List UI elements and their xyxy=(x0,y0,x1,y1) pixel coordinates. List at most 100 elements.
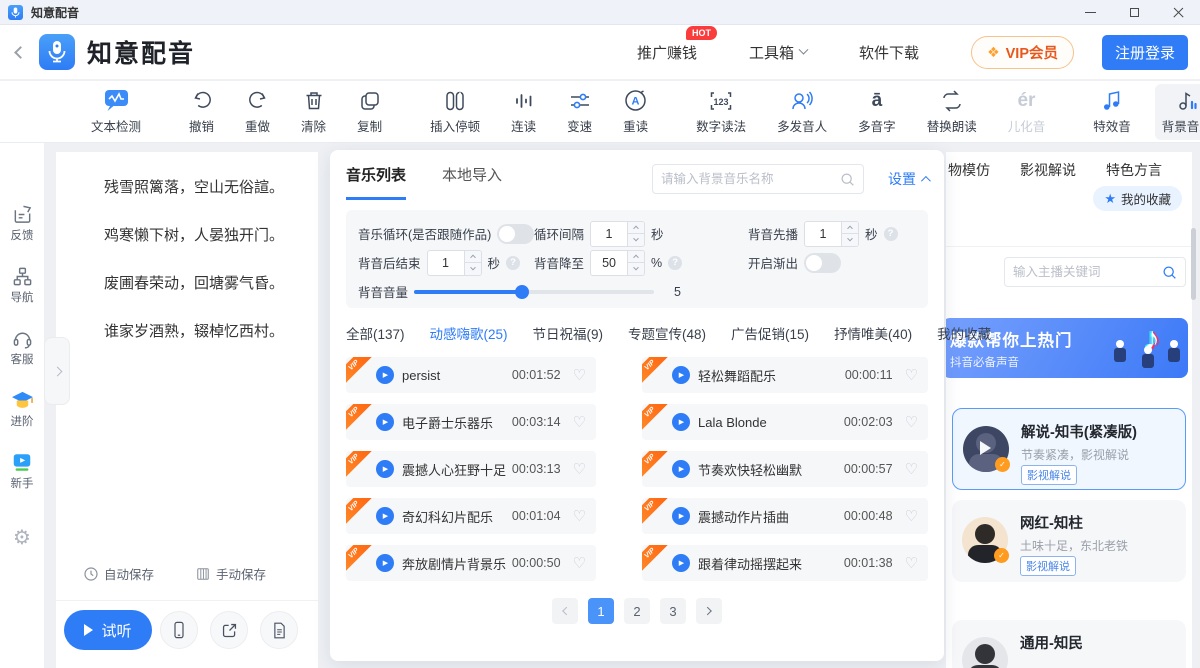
toolbar-item-copy[interactable]: 复制 xyxy=(350,84,389,140)
page-prev-button[interactable] xyxy=(552,598,578,624)
vip-member-button[interactable]: ❖ VIP会员 xyxy=(971,36,1074,69)
track-item[interactable]: VIP轻松舞蹈配乐00:00:11 xyxy=(642,357,928,393)
voice-card[interactable]: 通用-知民 xyxy=(952,620,1186,668)
heart-icon[interactable] xyxy=(905,366,918,384)
editor-text-line[interactable]: 残雪照篱落，空山无俗諠。 xyxy=(104,164,304,212)
volume-slider[interactable] xyxy=(414,290,654,294)
document-button[interactable] xyxy=(260,611,298,649)
heart-icon[interactable] xyxy=(573,413,586,431)
category-tab[interactable]: 专题宣传(48) xyxy=(628,323,706,343)
play-icon[interactable] xyxy=(376,366,394,384)
toolbar-item-bgm-note[interactable]: 背景音乐 xyxy=(1155,84,1200,140)
toolbar-item-undo[interactable]: 撤销 xyxy=(182,84,221,140)
toolbar-item-text-check[interactable]: 文本检测 xyxy=(84,84,148,140)
play-icon[interactable] xyxy=(672,460,690,478)
heart-icon[interactable] xyxy=(905,554,918,572)
track-item[interactable]: VIP奔放剧情片背景乐00:00:50 xyxy=(346,545,596,581)
category-tab[interactable]: 广告促销(15) xyxy=(731,323,809,343)
slider-knob[interactable] xyxy=(515,285,529,299)
heart-icon[interactable] xyxy=(573,460,586,478)
track-item[interactable]: VIP奇幻科幻片配乐00:01:04 xyxy=(346,498,596,534)
mobile-button[interactable] xyxy=(160,611,198,649)
category-tab[interactable]: 抒情唯美(40) xyxy=(834,323,912,343)
collapse-handle[interactable] xyxy=(44,337,70,405)
fade-out-toggle[interactable] xyxy=(804,253,841,273)
toolbar-item-polyphone[interactable]: ā多音字 xyxy=(851,84,903,140)
toolbar-item-pause-insert[interactable]: 插入停顿 xyxy=(423,84,487,140)
toolbar-item-numbers[interactable]: 123数字读法 xyxy=(689,84,753,140)
sidebar-item-support[interactable]: 客服 xyxy=(0,327,44,367)
stepper-up[interactable] xyxy=(628,222,644,235)
music-search-box[interactable] xyxy=(652,164,864,194)
play-icon[interactable] xyxy=(672,413,690,431)
nav-item-0[interactable]: 推广赚钱HOT xyxy=(637,42,697,63)
toolbar-item-multi-voice[interactable]: 多发音人 xyxy=(770,84,834,140)
manual-save-option[interactable]: 手动保存 xyxy=(196,564,266,583)
play-icon[interactable] xyxy=(672,507,690,525)
heart-icon[interactable] xyxy=(573,554,586,572)
track-item[interactable]: VIP震撼人心狂野十足00:03:13 xyxy=(346,451,596,487)
play-icon[interactable] xyxy=(376,460,394,478)
heart-icon[interactable] xyxy=(905,507,918,525)
heart-icon[interactable] xyxy=(573,366,586,384)
sidebar-item-feedback[interactable]: 反馈 xyxy=(0,203,44,243)
stepper-down[interactable] xyxy=(628,263,644,275)
gear-icon[interactable]: ⚙ xyxy=(0,525,44,550)
voice-card[interactable]: 解说-知韦(紧凑版)节奏紧凑，影视解说影视解说 xyxy=(952,408,1186,490)
toolbar-item-speed[interactable]: 变速 xyxy=(560,84,599,140)
track-item[interactable]: VIPLala Blonde00:02:03 xyxy=(642,404,928,440)
logo-icon[interactable] xyxy=(39,34,75,70)
close-icon[interactable] xyxy=(1156,0,1200,25)
toolbar-item-stress[interactable]: A重读 xyxy=(616,84,655,140)
voice-search-input[interactable] xyxy=(1013,265,1162,279)
track-item[interactable]: VIP节奏欢快轻松幽默00:00:57 xyxy=(642,451,928,487)
page-button-3[interactable]: 3 xyxy=(660,598,686,624)
category-tab[interactable]: 动感嗨歌(25) xyxy=(430,323,508,343)
toolbar-item-trash[interactable]: 清除 xyxy=(294,84,333,140)
sidebar-item-navigation[interactable]: 导航 xyxy=(0,265,44,305)
tab-local-import[interactable]: 本地导入 xyxy=(442,164,502,200)
scrollbar[interactable] xyxy=(1191,228,1196,300)
export-button[interactable] xyxy=(210,611,248,649)
help-icon[interactable] xyxy=(506,256,520,270)
nav-item-1[interactable]: 工具箱 xyxy=(749,42,807,63)
settings-toggle[interactable]: 设置 xyxy=(888,169,928,189)
voice-tab-1[interactable]: 影视解说 xyxy=(1020,160,1076,180)
heart-icon[interactable] xyxy=(573,507,586,525)
toolbar-item-liaison[interactable]: 连读 xyxy=(504,84,543,140)
interval-stepper[interactable]: 1 xyxy=(590,221,645,247)
play-icon[interactable] xyxy=(376,507,394,525)
page-button-1[interactable]: 1 xyxy=(588,598,614,624)
track-item[interactable]: VIP跟着律动摇摆起来00:01:38 xyxy=(642,545,928,581)
editor-text-line[interactable]: 鸡寒懒下树，人晏独开门。 xyxy=(104,212,304,260)
track-item[interactable]: VIPpersist00:01:52 xyxy=(346,357,596,393)
register-login-button[interactable]: 注册登录 xyxy=(1102,35,1188,70)
help-icon[interactable] xyxy=(884,227,898,241)
stepper-up[interactable] xyxy=(465,251,481,264)
category-tab[interactable]: 全部(137) xyxy=(346,323,405,343)
editor-text-line[interactable]: 谁家岁酒熟，辍棹忆西村。 xyxy=(104,308,304,356)
toolbar-item-swap[interactable]: 替换朗读 xyxy=(920,84,984,140)
stepper-down[interactable] xyxy=(628,234,644,246)
nav-item-2[interactable]: 软件下载 xyxy=(859,42,919,63)
help-icon[interactable] xyxy=(668,256,682,270)
text-editor[interactable]: 残雪照篱落，空山无俗諠。鸡寒懒下树，人晏独开门。废圃春荣动，回塘雾气昏。谁家岁酒… xyxy=(56,152,318,668)
back-icon[interactable] xyxy=(14,46,27,59)
heart-icon[interactable] xyxy=(905,413,918,431)
toolbar-item-redo[interactable]: 重做 xyxy=(238,84,277,140)
loop-toggle[interactable] xyxy=(497,224,534,244)
stepper-up[interactable] xyxy=(628,251,644,264)
minimize-icon[interactable] xyxy=(1068,0,1112,25)
my-favorites-button[interactable]: 我的收藏 xyxy=(1093,186,1182,211)
track-item[interactable]: VIP电子爵士乐器乐00:03:14 xyxy=(346,404,596,440)
tab-music-list[interactable]: 音乐列表 xyxy=(346,164,406,200)
stepper-up[interactable] xyxy=(842,222,858,235)
music-search-input[interactable] xyxy=(661,172,840,186)
stepper-down[interactable] xyxy=(842,234,858,246)
heart-icon[interactable] xyxy=(905,460,918,478)
editor-text-line[interactable]: 废圃春荣动，回塘雾气昏。 xyxy=(104,260,304,308)
category-tab[interactable]: 我的收藏 xyxy=(937,323,991,343)
play-icon[interactable] xyxy=(672,366,690,384)
end-after-stepper[interactable]: 1 xyxy=(427,250,482,276)
preplay-stepper[interactable]: 1 xyxy=(804,221,859,247)
